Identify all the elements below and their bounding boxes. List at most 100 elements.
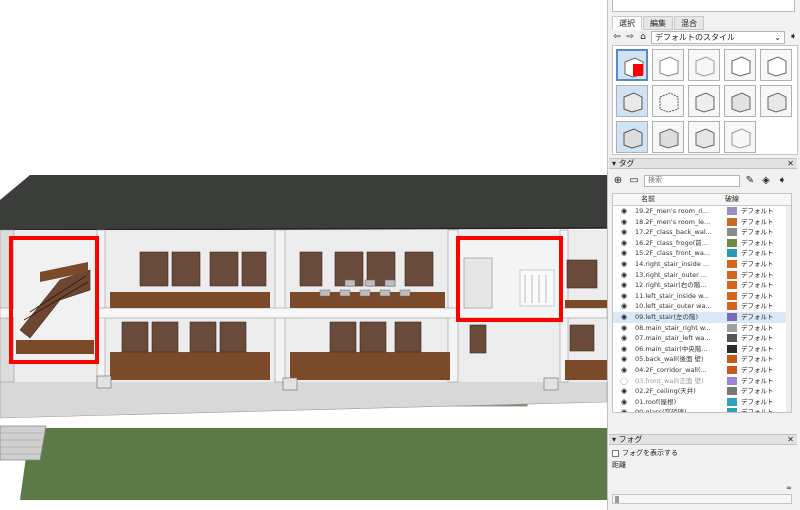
column-name[interactable]: 名前: [613, 194, 715, 205]
tag-row[interactable]: ◉ 01.roof(屋根) デフォルト: [613, 397, 791, 408]
tag-dashes[interactable]: デフォルト: [741, 206, 791, 217]
tag-dashes[interactable]: デフォルト: [741, 344, 791, 355]
eye-icon[interactable]: ◉: [613, 227, 635, 238]
tag-color-swatch[interactable]: [727, 270, 737, 279]
tag-dashes[interactable]: デフォルト: [741, 301, 791, 312]
details-arrow-icon[interactable]: ➧: [788, 32, 798, 42]
tag-color-swatch[interactable]: [727, 376, 737, 385]
eye-icon[interactable]: ◉: [613, 280, 635, 291]
tag-dashes[interactable]: デフォルト: [741, 376, 791, 387]
tag-name[interactable]: 19.2F_men's room_ri...: [635, 206, 727, 217]
tag-color-swatch[interactable]: [727, 334, 737, 343]
tag-dashes[interactable]: デフォルト: [741, 238, 791, 249]
tag-dashes[interactable]: デフォルト: [741, 365, 791, 376]
tag-name[interactable]: 05.back_wall(後面 壁): [635, 354, 727, 365]
tag-color-swatch[interactable]: [727, 259, 737, 268]
tag-dashes[interactable]: デフォルト: [741, 333, 791, 344]
eye-icon[interactable]: ◉: [613, 259, 635, 270]
eye-icon[interactable]: ◉: [613, 291, 635, 302]
tag-dashes[interactable]: デフォルト: [741, 248, 791, 259]
tag-row[interactable]: ◉ 19.2F_men's room_ri... デフォルト: [613, 206, 791, 217]
tag-name[interactable]: 14.right_stair_inside ...: [635, 259, 727, 270]
tag-color-swatch[interactable]: [727, 207, 737, 215]
style-thumb-13[interactable]: [688, 121, 720, 153]
eye-icon[interactable]: ◉: [613, 270, 635, 281]
tag-color-swatch[interactable]: [727, 217, 737, 226]
slider-knob[interactable]: [615, 496, 619, 503]
forward-arrow-icon[interactable]: ⇨: [625, 32, 635, 42]
tab-select[interactable]: 選択: [612, 16, 642, 30]
tag-row[interactable]: ◉ 17.2F_class_back_wal... デフォルト: [613, 227, 791, 238]
tag-color-swatch[interactable]: [727, 228, 737, 237]
tag-row[interactable]: ◉ 13.right_stair_outer ... デフォルト: [613, 270, 791, 281]
tag-name[interactable]: 01.roof(屋根): [635, 397, 727, 408]
tag-name[interactable]: 03.front_wall(正面 壁): [635, 376, 727, 387]
style-thumb-6[interactable]: [616, 85, 648, 117]
tab-mix[interactable]: 混合: [674, 16, 704, 30]
tag-name[interactable]: 11.left_stair_inside w...: [635, 291, 727, 302]
tag-dashes[interactable]: デフォルト: [741, 312, 791, 323]
tag-name[interactable]: 07.main_stair_left wa...: [635, 333, 727, 344]
tag-color-swatch[interactable]: [727, 238, 737, 247]
style-thumb-9[interactable]: [724, 85, 756, 117]
tag-dashes[interactable]: デフォルト: [741, 397, 791, 408]
tag-list-scrollbar[interactable]: [786, 206, 791, 412]
eye-icon[interactable]: ◉: [613, 301, 635, 312]
tag-row[interactable]: ◉ 10.left_stair_outer wa... デフォルト: [613, 301, 791, 312]
tag-row[interactable]: ◉ 07.main_stair_left wa... デフォルト: [613, 333, 791, 344]
tag-dashes[interactable]: デフォルト: [741, 323, 791, 334]
eye-icon[interactable]: ◉: [613, 354, 635, 365]
fog-distance-slider[interactable]: [612, 494, 792, 504]
tag-name[interactable]: 13.right_stair_outer ...: [635, 270, 727, 281]
eye-icon[interactable]: ◉: [613, 312, 635, 323]
tag-name[interactable]: 08.main_stair_right w...: [635, 323, 727, 334]
details-arrow-icon[interactable]: ➧: [776, 175, 788, 186]
style-collection-select[interactable]: デフォルトのスタイル ⌄: [651, 30, 785, 44]
style-thumb-14[interactable]: [724, 121, 756, 153]
tag-color-swatch[interactable]: [727, 344, 737, 353]
tag-name[interactable]: 10.left_stair_outer wa...: [635, 301, 727, 312]
eye-icon[interactable]: ◉: [613, 397, 635, 408]
tag-dashes[interactable]: デフォルト: [741, 227, 791, 238]
tag-row[interactable]: ◉ 11.left_stair_inside w... デフォルト: [613, 291, 791, 302]
tag-color-swatch[interactable]: [727, 355, 737, 364]
tag-name[interactable]: 17.2F_class_back_wal...: [635, 227, 727, 238]
tag-color-swatch[interactable]: [727, 365, 737, 374]
style-thumb-11[interactable]: [616, 121, 648, 153]
tag-row[interactable]: ◉ 09.left_stair(左の階) デフォルト: [613, 311, 791, 323]
tag-dashes[interactable]: デフォルト: [741, 291, 791, 302]
tag-color-swatch[interactable]: [727, 323, 737, 332]
tag-row[interactable]: ◉ 04.2F_corridor_wall(... デフォルト: [613, 365, 791, 376]
color-by-tag-icon[interactable]: ◈: [760, 175, 772, 186]
eye-icon[interactable]: ◉: [613, 323, 635, 334]
eye-icon[interactable]: ◉: [613, 217, 635, 228]
eye-icon[interactable]: ◉: [613, 206, 635, 217]
tag-dashes[interactable]: デフォルト: [741, 354, 791, 365]
checkbox-box[interactable]: [612, 449, 619, 457]
tag-row[interactable]: ◉ 14.right_stair_inside ... デフォルト: [613, 259, 791, 270]
tag-dashes[interactable]: デフォルト: [741, 407, 791, 412]
tag-name[interactable]: 16.2F_class_frogo(前...: [635, 238, 727, 249]
style-thumb-7[interactable]: [652, 85, 684, 117]
tag-dashes[interactable]: デフォルト: [741, 259, 791, 270]
tag-name[interactable]: 09.left_stair(左の階): [635, 312, 727, 323]
back-arrow-icon[interactable]: ⇦: [612, 32, 622, 42]
eye-icon[interactable]: ◉: [613, 344, 635, 355]
tag-name[interactable]: 02.2F_ceiling(天井): [635, 386, 727, 397]
tag-name[interactable]: 18.2F_men's room_le...: [635, 217, 727, 228]
eye-icon[interactable]: ◉: [613, 333, 635, 344]
tag-row[interactable]: ◉ 06.main_stair(中央階... デフォルト: [613, 344, 791, 355]
tag-dashes[interactable]: デフォルト: [741, 386, 791, 397]
style-thumb-3[interactable]: [688, 49, 720, 81]
tag-color-swatch[interactable]: [727, 302, 737, 311]
tag-name[interactable]: 06.main_stair(中央階...: [635, 344, 727, 355]
school-building-model[interactable]: [0, 0, 607, 510]
eye-icon[interactable]: ◉: [613, 407, 635, 412]
tag-name[interactable]: 12.right_stair(右の階...: [635, 280, 727, 291]
tags-panel-header[interactable]: ▾ タグ ✕: [609, 158, 797, 169]
style-thumb-12[interactable]: [652, 121, 684, 153]
tag-name[interactable]: 04.2F_corridor_wall(...: [635, 365, 727, 376]
tag-name[interactable]: 00.glass(窓硝璃): [635, 407, 727, 412]
eye-icon[interactable]: ◉: [613, 386, 635, 397]
add-tag-icon[interactable]: ⊕: [612, 175, 624, 186]
